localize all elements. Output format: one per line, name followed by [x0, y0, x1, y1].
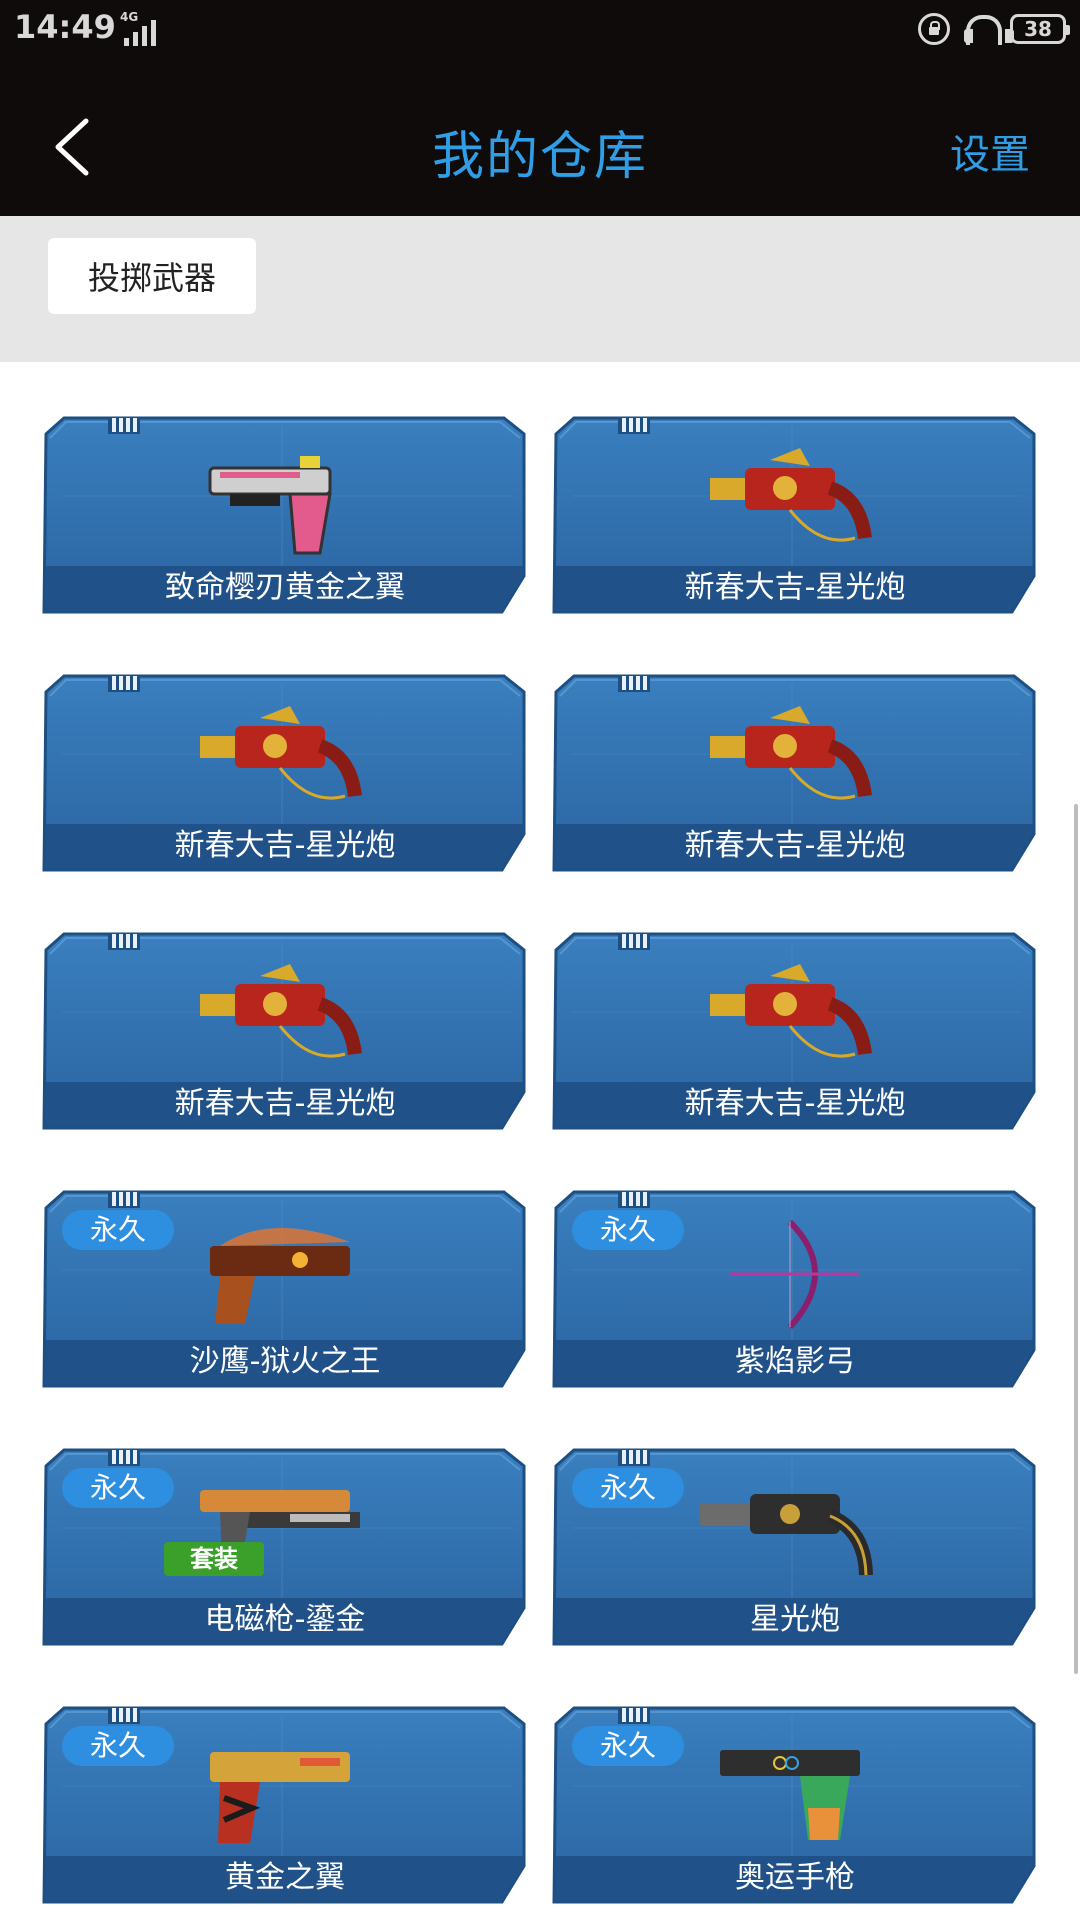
permanent-badge: 永久 [572, 1210, 684, 1250]
headset-icon [964, 13, 1014, 45]
status-bar: 14:49 4G 38 [0, 0, 1080, 62]
flame-pistol-icon [210, 1227, 350, 1324]
set-badge: 套装 [164, 1542, 264, 1576]
dark-cannon-icon [700, 1494, 873, 1576]
red-gold-cannon-icon [200, 706, 362, 800]
permanent-badge: 永久 [62, 1210, 174, 1250]
red-gold-cannon-icon [710, 964, 872, 1058]
purple-bow-icon [730, 1219, 860, 1330]
battery-level: 38 [1024, 17, 1052, 41]
status-time: 14:49 [14, 8, 116, 46]
weapon-name: 电磁枪-鎏金 [204, 1602, 366, 1637]
weapon-card[interactable]: 新春大吉-星光炮 [42, 932, 528, 1130]
permanent-badge: 永久 [572, 1468, 684, 1508]
weapon-name: 新春大吉-星光炮 [684, 1086, 906, 1121]
red-gold-cannon-icon [710, 706, 872, 800]
nav-bar: 我的仓库 设置 [0, 62, 1080, 216]
weapon-card[interactable]: 星光炮 永久 [552, 1448, 1038, 1646]
filter-bar: 投掷武器 [0, 216, 1080, 362]
weapon-name: 紫焰影弓 [735, 1344, 855, 1379]
page-title: 我的仓库 [431, 127, 648, 187]
weapon-name: 新春大吉-星光炮 [174, 828, 396, 863]
weapon-card[interactable]: 奥运手枪 永久 [552, 1706, 1038, 1904]
weapon-card[interactable]: 致命樱刃黄金之翼 [42, 416, 528, 614]
weapon-name: 新春大吉-星光炮 [174, 1086, 396, 1121]
weapon-card[interactable]: 沙鹰-狱火之王 永久 [42, 1190, 528, 1388]
weapon-card[interactable]: 新春大吉-星光炮 [42, 674, 528, 872]
weapon-name: 奥运手枪 [735, 1860, 855, 1895]
permanent-badge: 永久 [572, 1726, 684, 1766]
weapon-name: 新春大吉-星光炮 [684, 828, 906, 863]
weapon-name: 新春大吉-星光炮 [684, 570, 906, 605]
rotation-lock-icon [918, 13, 950, 45]
settings-button[interactable]: 设置 [950, 122, 1030, 180]
olympic-pistol-icon [720, 1750, 860, 1840]
weapon-card[interactable]: 黄金之翼 永久 [42, 1706, 528, 1904]
weapon-name: 致命樱刃黄金之翼 [165, 570, 405, 605]
permanent-badge: 永久 [62, 1726, 174, 1766]
gold-pistol-icon [210, 1752, 350, 1843]
pink-pistol-icon [208, 456, 332, 555]
weapon-card[interactable]: 电磁枪-鎏金 永久套装 [42, 1448, 528, 1646]
weapon-name: 星光炮 [750, 1602, 840, 1637]
permanent-badge: 永久 [62, 1468, 174, 1508]
category-chip-throwing[interactable]: 投掷武器 [48, 238, 256, 314]
weapon-card[interactable]: 紫焰影弓 永久 [552, 1190, 1038, 1388]
weapon-card[interactable]: 新春大吉-星光炮 [552, 932, 1038, 1130]
red-gold-cannon-icon [200, 964, 362, 1058]
weapon-grid: 致命樱刃黄金之翼 新春大吉-星光炮 新春大吉-星光炮 新春大吉-星光炮 新春大吉-星光炮… [0, 362, 1080, 1920]
battery-icon: 38 [1010, 14, 1070, 44]
signal-icon: 4G [104, 10, 164, 46]
weapon-card[interactable]: 新春大吉-星光炮 [552, 416, 1038, 614]
scrollbar[interactable] [1074, 804, 1078, 1674]
weapon-card[interactable]: 新春大吉-星光炮 [552, 674, 1038, 872]
red-gold-cannon-icon [710, 448, 872, 542]
weapon-name: 沙鹰-狱火之王 [189, 1344, 381, 1379]
weapon-name: 黄金之翼 [225, 1860, 345, 1895]
